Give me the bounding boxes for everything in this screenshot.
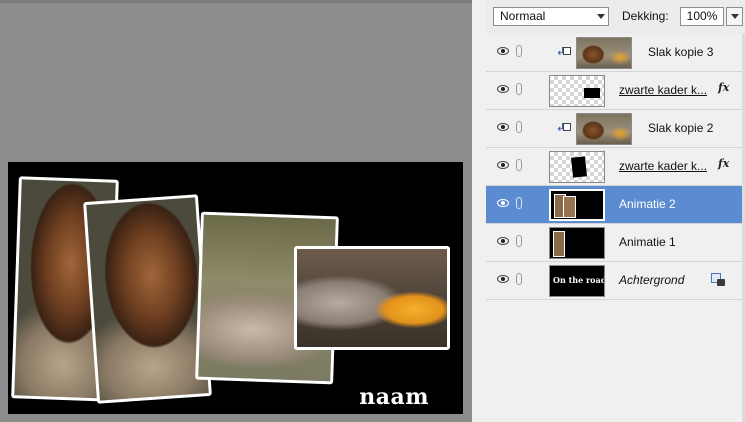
photo-frame-2 (83, 194, 212, 404)
layer-name: Achtergrond (619, 273, 685, 287)
layer-name: Animatie 1 (619, 235, 676, 249)
layer-thumbnail (549, 227, 605, 259)
layer-thumbnail (549, 151, 605, 183)
layer-thumbnail (576, 37, 632, 69)
canvas-area[interactable]: naam (0, 0, 472, 422)
eye-icon[interactable] (497, 237, 509, 245)
opacity-input[interactable]: 100% (680, 7, 724, 26)
chevron-down-icon (597, 14, 605, 19)
layer-name: Animatie 2 (619, 197, 676, 211)
chevron-down-icon (731, 14, 739, 19)
layer-thumbnail (576, 113, 632, 145)
blend-mode-select[interactable]: Normaal (493, 7, 609, 26)
layers-options-bar: Normaal Dekking: 100% (486, 0, 745, 35)
layer-row-slak-kopie-3[interactable]: ↲ Slak kopie 3 (486, 34, 745, 72)
eye-icon[interactable] (497, 123, 509, 131)
link-icon (516, 235, 522, 247)
opacity-label: Dekking: (622, 9, 669, 23)
layer-thumbnail (549, 189, 605, 221)
link-icon (516, 45, 522, 57)
layer-name: zwarte kader k... (619, 159, 708, 173)
eye-icon[interactable] (497, 47, 509, 55)
layers-list: ↲ Slak kopie 3 zwarte kader k... fx ↲ Sl… (486, 34, 745, 422)
eye-icon[interactable] (497, 199, 509, 207)
opacity-dropdown-button[interactable] (726, 7, 743, 26)
layer-name: Slak kopie 3 (648, 45, 714, 59)
clipping-mask-icon: ↲ (556, 46, 572, 58)
document-canvas[interactable]: naam (8, 162, 463, 414)
eye-icon[interactable] (497, 275, 509, 283)
fx-icon[interactable]: fx (718, 157, 729, 170)
layer-row-zwarte-kader-2[interactable]: zwarte kader k... fx (486, 148, 745, 186)
link-icon (516, 273, 522, 285)
layer-name: Slak kopie 2 (648, 121, 714, 135)
link-icon (516, 197, 522, 209)
clipping-mask-icon: ↲ (556, 122, 572, 134)
layer-row-animatie-1[interactable]: Animatie 1 (486, 224, 745, 262)
layer-thumbnail (549, 75, 605, 107)
thumbnail-text: On the road... (553, 275, 604, 285)
canvas-name-text: naam (359, 384, 429, 410)
layer-thumbnail: On the road... (549, 265, 605, 297)
lock-icon (711, 273, 725, 287)
eye-icon[interactable] (497, 85, 509, 93)
blend-mode-value: Normaal (500, 9, 546, 23)
link-icon (516, 159, 522, 171)
layer-row-animatie-2[interactable]: Animatie 2 (486, 186, 745, 224)
link-icon (516, 121, 522, 133)
layer-row-slak-kopie-2[interactable]: ↲ Slak kopie 2 (486, 110, 745, 148)
link-icon (516, 83, 522, 95)
eye-icon[interactable] (497, 161, 509, 169)
fx-icon[interactable]: fx (718, 81, 729, 94)
layer-row-zwarte-kader-1[interactable]: zwarte kader k... fx (486, 72, 745, 110)
layer-name: zwarte kader k... (619, 83, 708, 97)
photo-frame-4 (294, 246, 450, 350)
canvas-top-edge (0, 0, 472, 3)
layer-row-achtergrond[interactable]: On the road... Achtergrond (486, 262, 745, 300)
